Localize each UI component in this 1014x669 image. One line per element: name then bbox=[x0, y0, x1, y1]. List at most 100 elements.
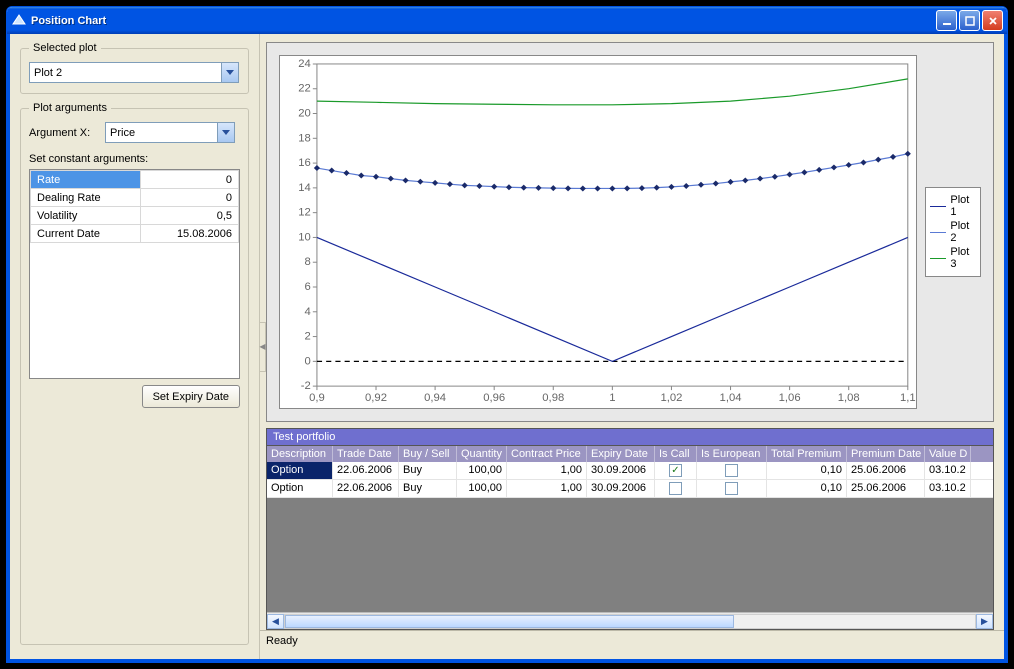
const-args-label: Set constant arguments: bbox=[29, 153, 240, 165]
argument-x-label: Argument X: bbox=[29, 127, 99, 139]
svg-text:8: 8 bbox=[304, 256, 310, 268]
table-cell[interactable]: 03.10.2 bbox=[925, 480, 971, 497]
svg-text:14: 14 bbox=[298, 182, 311, 194]
column-header[interactable]: Is European bbox=[697, 446, 767, 462]
argument-x-row: Argument X: Price bbox=[29, 122, 240, 143]
table-cell[interactable]: Buy bbox=[399, 480, 457, 497]
const-name: Rate bbox=[31, 171, 141, 189]
table-cell[interactable]: 1,00 bbox=[507, 462, 587, 479]
svg-text:1,08: 1,08 bbox=[838, 392, 860, 404]
grid-body[interactable]: Option22.06.2006Buy100,001,0030.09.2006✓… bbox=[267, 462, 993, 498]
const-row-volatility[interactable]: Volatility 0,5 bbox=[31, 207, 239, 225]
column-header[interactable]: Is Call bbox=[655, 446, 697, 462]
scroll-left-button[interactable]: ◀ bbox=[267, 614, 284, 629]
table-cell[interactable]: Option bbox=[267, 480, 333, 497]
table-cell[interactable] bbox=[655, 480, 697, 497]
column-header[interactable]: Premium Date bbox=[847, 446, 925, 462]
argument-x-combo[interactable]: Price bbox=[105, 122, 235, 143]
chart-plot-area[interactable]: -20246810121416182022240,90,920,940,960,… bbox=[279, 55, 917, 409]
const-args-table[interactable]: Rate 0 Dealing Rate 0 Volatility 0,5 C bbox=[29, 169, 240, 379]
legend-swatch bbox=[930, 206, 946, 207]
const-row-rate[interactable]: Rate 0 bbox=[31, 171, 239, 189]
table-cell[interactable]: 25.06.2006 bbox=[847, 462, 925, 479]
svg-text:0,96: 0,96 bbox=[483, 392, 505, 404]
horizontal-scrollbar[interactable]: ◀ ▶ bbox=[267, 612, 993, 629]
column-header[interactable]: Trade Date bbox=[333, 446, 399, 462]
column-header[interactable]: Contract Price bbox=[507, 446, 587, 462]
scroll-thumb[interactable] bbox=[285, 615, 734, 628]
svg-text:0,94: 0,94 bbox=[424, 392, 446, 404]
close-button[interactable] bbox=[982, 10, 1003, 31]
svg-text:20: 20 bbox=[298, 108, 311, 120]
table-cell[interactable]: 30.09.2006 bbox=[587, 480, 655, 497]
left-panel: Selected plot Plot 2 Plot arguments Argu… bbox=[10, 34, 260, 659]
column-header[interactable]: Buy / Sell bbox=[399, 446, 457, 462]
table-cell[interactable]: 03.10.2 bbox=[925, 462, 971, 479]
column-header[interactable]: Value D bbox=[925, 446, 971, 462]
column-header[interactable]: Description bbox=[267, 446, 333, 462]
legend-swatch bbox=[930, 258, 946, 259]
maximize-button[interactable] bbox=[959, 10, 980, 31]
svg-text:10: 10 bbox=[298, 232, 311, 244]
svg-text:0: 0 bbox=[304, 355, 310, 367]
selected-plot-combo[interactable]: Plot 2 bbox=[29, 62, 239, 83]
chevron-down-icon bbox=[221, 63, 238, 82]
svg-text:-2: -2 bbox=[301, 380, 311, 392]
table-cell[interactable]: 0,10 bbox=[767, 480, 847, 497]
const-name: Volatility bbox=[31, 207, 141, 225]
table-cell[interactable] bbox=[697, 480, 767, 497]
table-cell[interactable] bbox=[697, 462, 767, 479]
svg-text:12: 12 bbox=[298, 207, 311, 219]
svg-text:1,1: 1,1 bbox=[900, 392, 916, 404]
table-cell[interactable]: 25.06.2006 bbox=[847, 480, 925, 497]
table-cell[interactable]: 100,00 bbox=[457, 462, 507, 479]
minimize-button[interactable] bbox=[936, 10, 957, 31]
table-cell[interactable]: 22.06.2006 bbox=[333, 462, 399, 479]
svg-text:24: 24 bbox=[298, 58, 311, 70]
legend-item-2: Plot 2 bbox=[930, 220, 976, 244]
svg-text:0,9: 0,9 bbox=[309, 392, 325, 404]
svg-text:1,06: 1,06 bbox=[779, 392, 801, 404]
const-value[interactable]: 15.08.2006 bbox=[141, 225, 239, 243]
legend-label: Plot 2 bbox=[950, 220, 976, 244]
const-value[interactable]: 0,5 bbox=[141, 207, 239, 225]
scroll-track[interactable] bbox=[284, 614, 976, 629]
svg-text:6: 6 bbox=[304, 281, 310, 293]
const-name: Current Date bbox=[31, 225, 141, 243]
const-value[interactable]: 0 bbox=[141, 189, 239, 207]
svg-text:2: 2 bbox=[304, 331, 310, 343]
table-cell[interactable]: 30.09.2006 bbox=[587, 462, 655, 479]
svg-text:0,92: 0,92 bbox=[365, 392, 387, 404]
svg-text:18: 18 bbox=[298, 132, 311, 144]
chart-container: -20246810121416182022240,90,920,940,960,… bbox=[266, 42, 994, 422]
const-value[interactable]: 0 bbox=[141, 171, 239, 189]
column-header[interactable]: Quantity bbox=[457, 446, 507, 462]
table-cell[interactable]: 1,00 bbox=[507, 480, 587, 497]
panel-collapse-handle[interactable]: ◀ bbox=[260, 322, 266, 372]
set-expiry-button[interactable]: Set Expiry Date bbox=[142, 385, 240, 408]
svg-text:4: 4 bbox=[304, 306, 310, 318]
plot-args-group: Plot arguments Argument X: Price Set con… bbox=[20, 102, 249, 645]
column-header[interactable]: Expiry Date bbox=[587, 446, 655, 462]
table-cell[interactable]: 22.06.2006 bbox=[333, 480, 399, 497]
table-row[interactable]: Option22.06.2006Buy100,001,0030.09.2006 0… bbox=[267, 480, 993, 498]
const-name: Dealing Rate bbox=[31, 189, 141, 207]
legend-swatch bbox=[930, 232, 946, 233]
table-cell[interactable]: Buy bbox=[399, 462, 457, 479]
table-cell[interactable]: Option bbox=[267, 462, 333, 479]
table-cell[interactable]: 0,10 bbox=[767, 462, 847, 479]
svg-text:1: 1 bbox=[609, 392, 615, 404]
table-cell[interactable]: ✓ bbox=[655, 462, 697, 479]
plot-args-legend: Plot arguments bbox=[29, 102, 111, 114]
titlebar[interactable]: Position Chart bbox=[7, 7, 1007, 34]
portfolio-title: Test portfolio bbox=[266, 428, 994, 445]
table-row[interactable]: Option22.06.2006Buy100,001,0030.09.2006✓… bbox=[267, 462, 993, 480]
const-row-dealing-rate[interactable]: Dealing Rate 0 bbox=[31, 189, 239, 207]
column-header[interactable]: Total Premium bbox=[767, 446, 847, 462]
table-cell[interactable]: 100,00 bbox=[457, 480, 507, 497]
selected-plot-group: Selected plot Plot 2 bbox=[20, 42, 249, 94]
const-row-current-date[interactable]: Current Date 15.08.2006 bbox=[31, 225, 239, 243]
scroll-right-button[interactable]: ▶ bbox=[976, 614, 993, 629]
grid-header[interactable]: DescriptionTrade DateBuy / SellQuantityC… bbox=[267, 446, 993, 462]
portfolio-grid[interactable]: DescriptionTrade DateBuy / SellQuantityC… bbox=[266, 445, 994, 630]
